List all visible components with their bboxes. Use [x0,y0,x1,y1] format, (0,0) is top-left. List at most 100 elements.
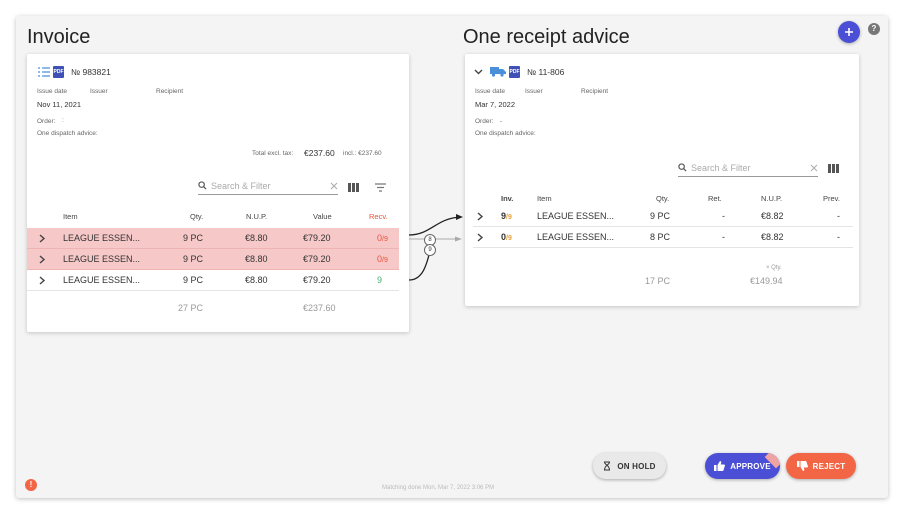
row-prev: - [837,211,840,221]
row-nup: €8.82 [761,232,784,242]
receipt-number: № 11-806 [527,67,565,77]
receipt-total-qty: 17 PC [645,276,671,286]
dispatch-label: One dispatch advice: [37,130,98,137]
chevron-right-icon[interactable] [476,212,484,221]
receipt-total-value: €149.94 [750,276,783,286]
row-qty: 9 PC [650,211,671,221]
hourglass-icon [604,461,611,471]
row-nup: €8.82 [761,211,784,221]
issuer-label: Issuer [525,88,543,95]
approve-label: APPROVE [730,461,771,471]
invoice-search[interactable] [198,177,338,195]
chevron-right-icon[interactable] [476,233,484,242]
invoice-card: PDF № 983821 Issue date Issuer Recipient… [27,54,409,332]
filter-button[interactable] [373,180,387,194]
help-button[interactable]: ? [868,23,880,35]
on-hold-button[interactable]: ON HOLD [593,453,666,479]
row-qty: 9 PC [183,254,204,264]
col-item[interactable]: Item [537,194,552,203]
chevron-right-icon[interactable] [38,255,46,264]
chevron-right-icon[interactable] [38,234,46,243]
table-row[interactable]: LEAGUE ESSEN... 9 PC €8.80 €79.20 0/9 [27,228,399,249]
issue-date-value: Nov 11, 2021 [37,100,82,109]
row-value: €79.20 [303,275,331,285]
reject-button[interactable]: REJECT [786,453,856,479]
search-icon [678,163,687,172]
row-item: LEAGUE ESSEN... [63,275,141,285]
invoice-total-value: €237.60 [303,303,336,313]
columns-button[interactable] [346,180,360,194]
table-row[interactable]: 0/9 LEAGUE ESSEN... 8 PC - €8.82 - [473,227,853,248]
thumbs-up-icon [714,461,726,471]
clear-icon[interactable] [330,182,338,190]
chevron-down-icon[interactable] [474,69,483,75]
row-item: LEAGUE ESSEN... [537,211,615,221]
columns-icon [827,163,839,173]
col-prev[interactable]: Prev. [823,194,840,203]
truck-icon [490,67,506,77]
recipient-label: Recipient [581,88,609,95]
issuer-label: Issuer [90,88,108,95]
invoice-title: Invoice [27,26,91,48]
invoice-search-input[interactable] [211,180,330,191]
receipt-search[interactable] [678,159,818,177]
row-item: LEAGUE ESSEN... [63,233,141,243]
search-icon [198,181,207,190]
col-inv[interactable]: Inv. [501,194,513,203]
row-prev: - [837,232,840,242]
total-excl-value: €237.60 [304,148,335,158]
order-label: Order: [475,118,494,125]
row-ret: - [722,211,725,221]
row-recv-total: /9 [382,257,388,264]
filter-icon [374,182,386,192]
plus-icon [845,28,853,36]
row-item: LEAGUE ESSEN... [537,232,615,242]
col-nup[interactable]: N.U.P. [246,212,267,221]
approve-button[interactable]: APPROVE [705,453,780,479]
row-inv: 0/9 [501,227,512,249]
row-recv: 0/9 [377,249,388,271]
reject-label: REJECT [812,461,846,471]
table-row[interactable]: LEAGUE ESSEN... 9 PC €8.80 €79.20 0/9 [27,249,399,270]
thumbs-down-icon [796,461,808,471]
pdf-icon[interactable]: PDF [53,66,64,78]
invoice-number: № 983821 [71,67,111,77]
col-item[interactable]: Item [63,212,78,221]
col-ret[interactable]: Ret. [708,194,722,203]
table-row[interactable]: 9/9 LEAGUE ESSEN... 9 PC - €8.82 - [473,206,853,227]
row-qty: 9 PC [183,233,204,243]
invoice-total-qty: 27 PC [178,303,204,313]
col-nup[interactable]: N.U.P. [761,194,782,203]
row-ret: - [722,232,725,242]
clear-icon[interactable] [810,164,818,172]
chevron-right-icon[interactable] [38,276,46,285]
col-value[interactable]: Value [313,212,332,221]
match-badge-b[interactable]: 9 [424,244,436,256]
issue-date-label: Issue date [475,88,505,95]
row-value: €79.20 [303,233,331,243]
col-recv[interactable]: Recv. [369,212,388,221]
dispatch-label: One dispatch advice: [475,130,536,137]
issue-date-value: Mar 7, 2022 [475,100,516,109]
row-qty: 9 PC [183,275,204,285]
recipient-label: Recipient [156,88,184,95]
error-indicator[interactable]: ! [25,479,37,491]
table-row[interactable]: LEAGUE ESSEN... 9 PC €8.80 €79.20 9 [27,270,399,291]
add-button[interactable] [838,21,860,43]
row-nup: €8.80 [245,233,268,243]
qty-multiplier-label: × Qty. [766,265,782,271]
receipt-search-input[interactable] [691,162,810,173]
list-icon[interactable] [38,67,50,77]
row-nup: €8.80 [245,254,268,264]
columns-button[interactable] [826,161,840,175]
match-connectors [408,214,463,281]
on-hold-label: ON HOLD [617,461,656,471]
row-nup: €8.80 [245,275,268,285]
row-inv-total: /9 [506,235,512,242]
pdf-icon[interactable]: PDF [509,66,520,78]
row-qty: 8 PC [650,232,671,242]
row-recv-total: /9 [382,236,388,243]
columns-icon [347,182,359,192]
col-qty[interactable]: Qty. [656,194,669,203]
col-qty[interactable]: Qty. [190,212,203,221]
